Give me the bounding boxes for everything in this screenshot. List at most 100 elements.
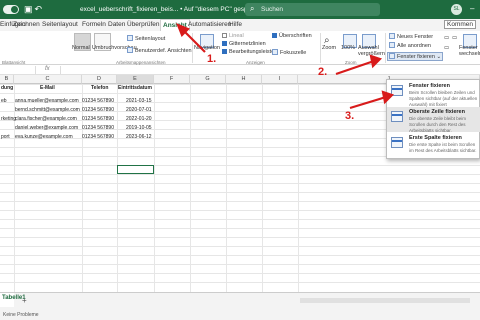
horizontal-scrollbar[interactable] bbox=[300, 298, 470, 303]
ruler-checkbox[interactable]: Lineal bbox=[222, 33, 244, 39]
gridlines-checkbox[interactable]: Gitternetzlinien bbox=[222, 41, 266, 47]
table-cell[interactable]: 01234 567890 bbox=[82, 134, 114, 141]
grid-row-line bbox=[0, 273, 480, 274]
freeze-panes-button[interactable]: Fenster fixieren ⌄ bbox=[387, 52, 444, 61]
tab-data[interactable]: Daten bbox=[108, 21, 125, 28]
table-cell[interactable]: 2022-01-20 bbox=[126, 116, 152, 123]
tab-review[interactable]: Überprüfen bbox=[127, 21, 160, 28]
tab-page-layout[interactable]: Seitenlayout bbox=[42, 21, 78, 28]
table-cell[interactable]: 01234 567890 bbox=[82, 107, 114, 114]
add-sheet-button[interactable]: + bbox=[22, 296, 27, 305]
table-cell[interactable]: bernd.schmitt@example.com bbox=[15, 107, 80, 114]
new-window-icon bbox=[389, 33, 395, 39]
table-cell[interactable]: 2021-03-15 bbox=[126, 98, 152, 105]
grid-col-line bbox=[117, 84, 118, 292]
user-avatar[interactable]: SL bbox=[451, 4, 462, 15]
arrange-all-button[interactable]: Alle anordnen bbox=[389, 42, 431, 49]
quick-access-icons[interactable]: ▣↶ bbox=[24, 4, 44, 15]
header-cell[interactable]: Eintrittsdatum bbox=[118, 85, 152, 92]
grid-row-line bbox=[0, 210, 480, 211]
grid-row-line bbox=[0, 255, 480, 256]
column-header[interactable]: H bbox=[226, 75, 262, 84]
custom-views-button[interactable]: Benutzerdef. Ansichten bbox=[127, 47, 192, 54]
formula-bar: fx bbox=[0, 65, 480, 75]
column-header[interactable]: G bbox=[190, 75, 226, 84]
table-cell[interactable]: 2023-06-12 bbox=[126, 134, 152, 141]
hide-icon[interactable]: ▭ bbox=[452, 35, 457, 41]
split-icon[interactable]: ▭ bbox=[444, 35, 449, 41]
normal-label: Normal bbox=[72, 45, 90, 51]
focus-cell-icon bbox=[272, 49, 278, 55]
page-layout-icon bbox=[127, 35, 133, 41]
grid-row-line bbox=[0, 246, 480, 247]
freeze-first-column-icon bbox=[391, 137, 403, 148]
navigation-label[interactable]: Navigation bbox=[194, 45, 220, 51]
fx-icon[interactable]: fx bbox=[45, 66, 50, 72]
menu-item-freeze-panes[interactable]: Fenster fixieren Beim Scrollen bleiben Z… bbox=[387, 81, 480, 107]
grid-col-line bbox=[226, 84, 227, 292]
comments-button[interactable]: Kommen bbox=[444, 20, 477, 29]
header-cell[interactable]: Telefon bbox=[91, 85, 108, 92]
sheet-tab[interactable]: Tabelle1 bbox=[0, 293, 26, 307]
column-header[interactable]: C bbox=[14, 75, 82, 84]
page-layout-button[interactable]: Seitenlayout bbox=[127, 35, 165, 42]
minimize-button[interactable]: – bbox=[470, 4, 474, 13]
ribbon: Normal Umbruchvorschau Seitenlayout Benu… bbox=[0, 31, 480, 65]
active-cell[interactable] bbox=[117, 165, 154, 174]
table-cell[interactable]: eva.kunze@example.com bbox=[15, 134, 73, 141]
freeze-top-row-icon bbox=[391, 111, 403, 122]
table-cell[interactable]: eb bbox=[1, 98, 7, 105]
column-header[interactable]: I bbox=[262, 75, 298, 84]
ribbon-tabs: Einfügen Zeichnen Seitenlayout Formeln D… bbox=[0, 19, 480, 31]
table-cell[interactable]: clara.fischer@example.com bbox=[15, 116, 77, 123]
focus-cell-button[interactable]: Fokuszelle bbox=[272, 49, 306, 56]
zoom-100-button[interactable]: 100% bbox=[341, 45, 355, 51]
table-cell[interactable]: 01234 567890 bbox=[82, 125, 114, 132]
header-cell[interactable]: dung bbox=[1, 85, 13, 92]
grid-row-line bbox=[0, 228, 480, 229]
autosave-toggle[interactable] bbox=[3, 5, 19, 14]
headings-checkbox[interactable]: Überschriften bbox=[272, 33, 312, 39]
tab-formulas[interactable]: Formeln bbox=[82, 21, 106, 28]
column-header[interactable]: D bbox=[82, 75, 117, 84]
column-header[interactable]: F bbox=[154, 75, 190, 84]
tab-automate[interactable]: Automatisieren bbox=[188, 21, 231, 28]
switch-window-button[interactable]: Fenster wechseln bbox=[459, 45, 480, 57]
menu-item-freeze-top-row[interactable]: Oberste Zeile fixieren Die oberste Zeile… bbox=[387, 107, 480, 133]
table-cell[interactable]: 2020-07-01 bbox=[126, 107, 152, 114]
annotation-3: 3. bbox=[345, 110, 355, 122]
separator bbox=[385, 33, 386, 63]
table-cell[interactable]: anna.mueller@example.com bbox=[15, 98, 79, 105]
table-cell[interactable]: 01234 567890 bbox=[82, 98, 114, 105]
tab-help[interactable]: Hilfe bbox=[229, 21, 242, 28]
tab-view[interactable]: Ansicht bbox=[160, 19, 190, 31]
arrange-all-icon bbox=[389, 42, 395, 48]
undo-icon[interactable]: ↶ bbox=[35, 4, 45, 14]
formula-input[interactable] bbox=[60, 66, 360, 74]
header-cell[interactable]: E-Mail bbox=[40, 85, 55, 92]
grid-col-line bbox=[262, 84, 263, 292]
zoom-selection-button[interactable]: Auswahl vergrößern bbox=[358, 45, 385, 57]
save-icon[interactable]: ▣ bbox=[24, 4, 35, 14]
new-window-button[interactable]: Neues Fenster bbox=[389, 33, 433, 40]
column-header[interactable]: B bbox=[0, 75, 14, 84]
grid-row-line bbox=[0, 165, 480, 166]
grid-col-line bbox=[190, 84, 191, 292]
menu-item-freeze-first-column[interactable]: Erste Spalte fixieren Die erste Spalte i… bbox=[387, 133, 480, 158]
table-cell[interactable]: port bbox=[1, 134, 10, 141]
chevron-down-icon: ⌄ bbox=[436, 54, 442, 60]
table-cell[interactable]: 2019-10-05 bbox=[126, 125, 152, 132]
table-cell[interactable]: daniel.weber@example.com bbox=[15, 125, 78, 132]
zoom-button[interactable]: Zoom bbox=[322, 45, 336, 51]
tab-draw[interactable]: Zeichnen bbox=[13, 21, 40, 28]
name-box[interactable] bbox=[0, 66, 36, 74]
side-by-side-icon[interactable]: ▭ bbox=[444, 45, 449, 51]
column-header[interactable]: E bbox=[117, 75, 154, 84]
table-cell[interactable]: 01234 567890 bbox=[82, 116, 114, 123]
checkbox-icon bbox=[222, 33, 227, 38]
formula-bar-checkbox[interactable]: Bearbeitungsleiste bbox=[222, 49, 274, 55]
grid-row-line bbox=[0, 174, 480, 175]
search-box[interactable]: ⌕ Suchen bbox=[245, 3, 380, 16]
table-cell[interactable]: rketing bbox=[1, 116, 16, 123]
grid-row-line bbox=[0, 201, 480, 202]
